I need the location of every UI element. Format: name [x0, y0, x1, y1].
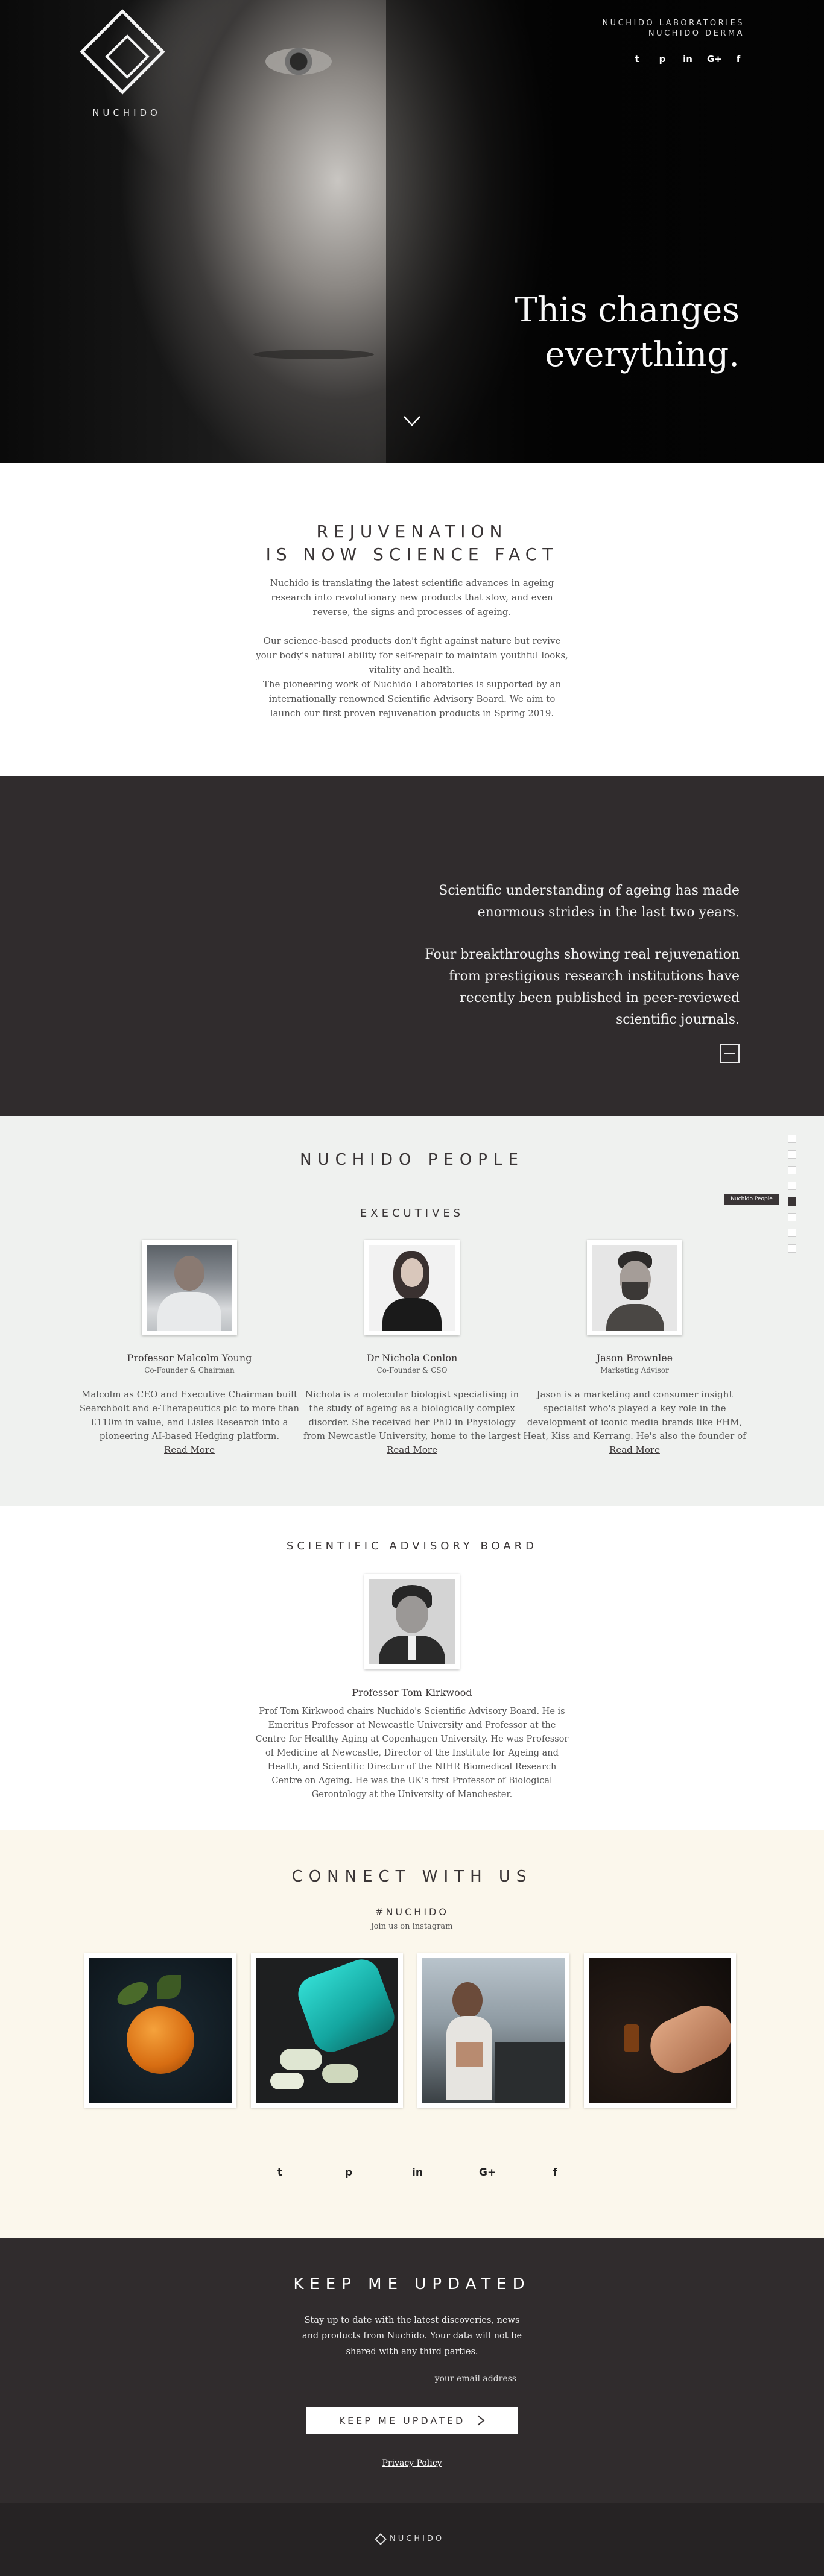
- executive-card: Jason Brownlee Marketing Advisor Jason i…: [520, 1240, 749, 1455]
- read-more-link[interactable]: Read More: [387, 1444, 437, 1455]
- hero-social-links: t p in G+ f: [631, 53, 744, 65]
- pinterest-icon[interactable]: p: [656, 53, 668, 65]
- nav-link-derma[interactable]: NUCHIDO DERMA: [602, 28, 744, 39]
- advisory-section: SCIENTIFIC ADVISORY BOARD Professor Tom …: [0, 1506, 824, 1830]
- rejuvenation-title-line2: IS NOW SCIENCE FACT: [265, 544, 559, 564]
- band-paragraph-2: Four breakthroughs showing real rejuvena…: [425, 947, 740, 1027]
- section-nav-dots: [788, 1135, 797, 1260]
- connect-social-links: t p in G+ f: [273, 2165, 562, 2180]
- executive-role: Co-Founder & Chairman: [144, 1366, 235, 1375]
- logo-text: NUCHIDO: [92, 107, 161, 118]
- section-dot[interactable]: [788, 1229, 796, 1237]
- newsletter-section: KEEP ME UPDATED Stay up to date with the…: [0, 2238, 824, 2503]
- scroll-down-chevron-icon[interactable]: [403, 412, 421, 430]
- executive-name: Jason Brownlee: [596, 1352, 673, 1364]
- science-band: Scientific understanding of ageing has m…: [0, 776, 824, 1116]
- rejuvenation-title-line1: REJUVENATION: [316, 521, 508, 541]
- section-dot[interactable]: [788, 1182, 796, 1190]
- expand-toggle-icon[interactable]: [720, 1044, 740, 1063]
- newsletter-title: KEEP ME UPDATED: [293, 2275, 531, 2293]
- executive-bio: Nichola is a molecular biologist special…: [303, 1389, 521, 1441]
- twitter-icon[interactable]: t: [273, 2165, 287, 2180]
- avatar: [142, 1240, 237, 1335]
- instagram-tile[interactable]: [417, 1953, 569, 2108]
- connect-title: CONNECT WITH US: [291, 1868, 533, 1886]
- logo-diamond-icon: [375, 2533, 387, 2545]
- section-nav-tooltip: Nuchido People: [724, 1194, 779, 1205]
- twitter-icon[interactable]: t: [631, 53, 643, 65]
- people-section: NUCHIDO PEOPLE EXECUTIVES Professor Malc…: [0, 1116, 824, 1506]
- executive-bio: Malcolm as CEO and Executive Chairman bu…: [79, 1389, 300, 1441]
- linkedin-icon[interactable]: in: [410, 2165, 425, 2180]
- subscribe-button-label: KEEP ME UPDATED: [338, 2415, 466, 2426]
- instagram-subtitle: join us on instagram: [371, 1922, 453, 1931]
- google-plus-icon[interactable]: G+: [707, 53, 722, 65]
- executive-card: Professor Malcolm Young Co-Founder & Cha…: [75, 1240, 304, 1455]
- hero-tagline: This changes everything.: [515, 288, 740, 377]
- hero-tagline-line2: everything.: [545, 335, 740, 374]
- instagram-tile[interactable]: [251, 1953, 403, 2108]
- instagram-tile[interactable]: [584, 1953, 736, 2108]
- people-title: NUCHIDO PEOPLE: [300, 1151, 524, 1169]
- section-dot[interactable]: [788, 1135, 796, 1143]
- section-dot-active[interactable]: [788, 1197, 796, 1206]
- facebook-icon[interactable]: f: [548, 2165, 562, 2180]
- executive-role: Co-Founder & CSO: [376, 1366, 448, 1375]
- section-dot[interactable]: [788, 1166, 796, 1174]
- rejuvenation-section: REJUVENATION IS NOW SCIENCE FACT Nuchido…: [0, 463, 824, 776]
- hero-section: NUCHIDO NUCHIDO LABORATORIES NUCHIDO DER…: [0, 0, 824, 463]
- facebook-icon[interactable]: f: [732, 53, 744, 65]
- hero-portrait-eye: [265, 48, 332, 75]
- avatar: [364, 1574, 460, 1669]
- chevron-right-icon: [477, 2415, 486, 2426]
- rejuvenation-paragraph-1: Nuchido is translating the latest scient…: [270, 578, 554, 617]
- connect-section: CONNECT WITH US #NUCHIDO join us on inst…: [0, 1830, 824, 2238]
- instagram-hashtag[interactable]: #NUCHIDO: [0, 1906, 824, 1918]
- section-dot[interactable]: [788, 1150, 796, 1159]
- advisory-title: SCIENTIFIC ADVISORY BOARD: [286, 1540, 538, 1552]
- executive-name: Dr Nichola Conlon: [366, 1352, 458, 1364]
- footer: NUCHIDO: [0, 2503, 824, 2576]
- advisor-bio: Prof Tom Kirkwood chairs Nuchido's Scien…: [255, 1707, 569, 1800]
- google-plus-icon[interactable]: G+: [479, 2165, 496, 2180]
- brand-lines: NUCHIDO LABORATORIES NUCHIDO DERMA: [602, 18, 744, 39]
- avatar: [364, 1240, 460, 1335]
- footer-logo[interactable]: NUCHIDO: [375, 2533, 445, 2545]
- hero-portrait-mouth: [253, 350, 374, 359]
- pinterest-icon[interactable]: p: [341, 2165, 356, 2180]
- nav-link-laboratories[interactable]: NUCHIDO LABORATORIES: [602, 18, 744, 28]
- executive-role: Marketing Advisor: [600, 1366, 669, 1375]
- band-paragraph-1: Scientific understanding of ageing has m…: [439, 883, 740, 920]
- newsletter-text: Stay up to date with the latest discover…: [302, 2316, 522, 2357]
- linkedin-icon[interactable]: in: [682, 53, 694, 65]
- instagram-tile[interactable]: [84, 1953, 236, 2108]
- rejuvenation-title: REJUVENATION IS NOW SCIENCE FACT: [0, 520, 824, 566]
- avatar: [587, 1240, 682, 1335]
- hero-tagline-line1: This changes: [515, 291, 740, 330]
- read-more-link[interactable]: Read More: [609, 1444, 660, 1455]
- section-dot[interactable]: [788, 1244, 796, 1253]
- executives-title: EXECUTIVES: [360, 1207, 464, 1220]
- email-field[interactable]: [306, 2370, 518, 2387]
- advisor-name: Professor Tom Kirkwood: [352, 1687, 472, 1698]
- executive-bio: Jason is a marketing and consumer insigh…: [523, 1389, 746, 1441]
- subscribe-button[interactable]: KEEP ME UPDATED: [306, 2407, 518, 2434]
- privacy-policy-link[interactable]: Privacy Policy: [0, 2458, 824, 2468]
- read-more-link[interactable]: Read More: [164, 1444, 215, 1455]
- brand-logo[interactable]: NUCHIDO: [80, 9, 172, 121]
- section-dot[interactable]: [788, 1213, 796, 1221]
- hero-shadow-overlay: [386, 0, 824, 463]
- footer-logo-text: NUCHIDO: [390, 2534, 445, 2543]
- rejuvenation-paragraph-2: Our science-based products don't fight a…: [256, 635, 568, 675]
- rejuvenation-paragraph-3: The pioneering work of Nuchido Laborator…: [262, 679, 562, 719]
- executive-name: Professor Malcolm Young: [127, 1352, 252, 1364]
- executive-card: Dr Nichola Conlon Co-Founder & CSO Nicho…: [297, 1240, 527, 1455]
